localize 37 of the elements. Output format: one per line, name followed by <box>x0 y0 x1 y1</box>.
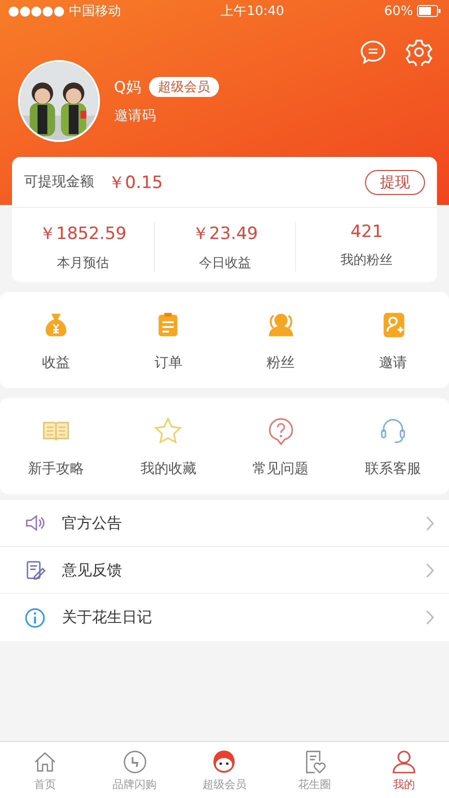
user-name: Q妈 <box>114 78 141 96</box>
star-icon <box>153 416 184 446</box>
carrier-text: ●●●●● 中国移动 <box>8 3 121 20</box>
mascot-icon <box>211 748 238 774</box>
clock-time: 上午10:40 <box>220 3 284 20</box>
stat-value: ￥23.49 <box>192 223 258 245</box>
withdraw-button[interactable]: 提现 <box>365 170 425 194</box>
chevron-icon <box>426 516 435 530</box>
grid-item[interactable]: 新手攻略 <box>0 416 112 478</box>
grid-item[interactable]: 我的收藏 <box>112 416 224 478</box>
balance-amount: ￥0.15 <box>108 172 164 194</box>
edit-note-icon <box>24 559 46 581</box>
grid-item[interactable]: 粉丝 <box>224 310 337 372</box>
grid-item[interactable]: 联系客服 <box>336 416 449 478</box>
member-badge: 超级会员 <box>148 77 219 97</box>
speaker-icon <box>24 512 46 534</box>
stat-label: 我的粉丝 <box>340 252 393 269</box>
battery-percent: 60% <box>384 4 413 18</box>
grid-item[interactable]: 收益 <box>0 310 112 372</box>
invite-code-label: 邀请码 <box>114 107 157 125</box>
stat-label: 今日收益 <box>198 255 251 272</box>
grid-item[interactable]: 邀请 <box>336 310 449 372</box>
tab[interactable]: 我的 <box>359 742 449 798</box>
battery-icon <box>416 5 441 17</box>
message-icon[interactable] <box>359 38 387 66</box>
chevron-icon <box>426 562 435 578</box>
person-icon <box>391 748 418 774</box>
chevron-icon <box>426 610 435 625</box>
grid-item[interactable]: 订单 <box>112 310 224 372</box>
stat-value: 421 <box>350 222 383 242</box>
info-icon <box>24 606 46 628</box>
balance-label: 可提现金额 <box>24 173 94 191</box>
lightning-circle-icon <box>122 748 148 774</box>
grid-item[interactable]: 常见问题 <box>224 416 337 478</box>
stat-label: 本月预估 <box>56 255 109 272</box>
settings-icon[interactable] <box>405 38 433 66</box>
stat-value: ￥1852.59 <box>39 223 126 245</box>
